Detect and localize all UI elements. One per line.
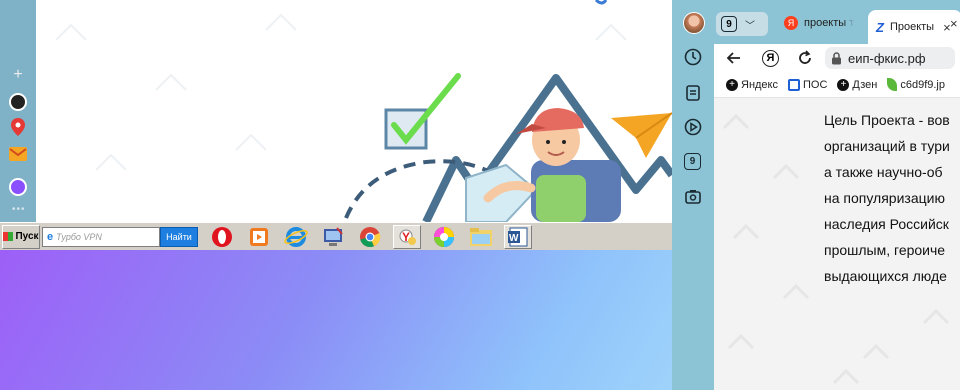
color-wheel-icon[interactable] bbox=[430, 225, 458, 249]
pc-settings-icon[interactable] bbox=[319, 225, 347, 249]
search-placeholder: Турбо VPN bbox=[56, 231, 102, 242]
media-player-icon[interactable] bbox=[245, 225, 273, 249]
svg-text:W: W bbox=[509, 233, 519, 244]
taskbar: Пуск e Турбо VPN Найти Y W bbox=[0, 222, 672, 250]
alice-icon[interactable] bbox=[9, 178, 27, 196]
address-bar[interactable]: еип-фкис.рф bbox=[825, 47, 955, 69]
bookmark-yandex[interactable]: + Яндекс bbox=[726, 78, 778, 91]
plus-icon: + bbox=[837, 78, 850, 91]
bookmark-label: Яндекс bbox=[741, 78, 778, 91]
search-button[interactable]: Найти bbox=[160, 226, 198, 247]
browser-sidebar: 9 bbox=[672, 0, 714, 390]
desktop-background bbox=[0, 250, 672, 390]
profile-avatar[interactable] bbox=[683, 12, 705, 34]
tab-counter-badge: 9 bbox=[721, 16, 737, 32]
chrome-icon[interactable] bbox=[356, 225, 384, 249]
travel-illustration bbox=[55, 0, 672, 222]
bookmark-dzen[interactable]: + Дзен bbox=[837, 78, 878, 91]
windows-logo-icon bbox=[3, 232, 14, 241]
add-icon[interactable]: + bbox=[9, 66, 27, 84]
map-pin-icon[interactable] bbox=[9, 118, 27, 136]
leaf-icon bbox=[887, 78, 898, 91]
lock-icon bbox=[832, 51, 841, 64]
mail-icon[interactable] bbox=[9, 145, 27, 163]
chevron-down-icon: ﹀ bbox=[745, 20, 755, 32]
bookmark-label: ПОС bbox=[803, 78, 828, 91]
word-icon[interactable]: W bbox=[504, 224, 532, 249]
opera-icon[interactable] bbox=[208, 225, 236, 249]
tab-projects-search[interactable]: Я проекты т bbox=[780, 10, 868, 36]
yandex-favicon-icon: Я bbox=[784, 16, 798, 30]
tab-label: проекты т bbox=[804, 17, 855, 29]
search-input[interactable]: e Турбо VPN bbox=[42, 226, 160, 247]
screenshot-icon[interactable] bbox=[684, 188, 702, 206]
plus-icon: + bbox=[726, 78, 738, 91]
bookmark-pos[interactable]: ПОС bbox=[788, 78, 828, 91]
bookmarks-bar: + Яндекс ПОС + Дзен c6d9f9.jp bbox=[714, 72, 960, 98]
internet-explorer-icon[interactable] bbox=[282, 225, 310, 249]
content-text-line: на популяризацию bbox=[824, 190, 945, 206]
yandex-browser-icon[interactable]: Y bbox=[393, 224, 421, 249]
page-content: Цель Проекта - вов организаций в тури а … bbox=[714, 98, 960, 390]
start-button[interactable]: Пуск bbox=[2, 224, 40, 249]
start-label: Пуск bbox=[15, 231, 39, 242]
content-text-line: а также научно-об bbox=[824, 164, 943, 180]
content-text-line: выдающихся люде bbox=[824, 268, 947, 284]
history-icon[interactable] bbox=[684, 48, 702, 66]
content-text-line: организаций в тури bbox=[824, 138, 950, 154]
browser-toolbar: Я еип-фкис.рф bbox=[714, 44, 960, 72]
alice-voice-icon[interactable] bbox=[9, 93, 27, 111]
tab-close-icon[interactable]: × bbox=[950, 16, 958, 31]
tab-next[interactable]: × bbox=[950, 10, 960, 36]
tab-counter-icon[interactable]: 9 bbox=[684, 153, 701, 170]
folder-icon[interactable] bbox=[467, 225, 495, 249]
content-text-line: наследия Российск bbox=[824, 216, 949, 232]
gosuslugi-icon bbox=[788, 78, 800, 91]
tab-bar: 9 ﹀ Я проекты т Z Проекты × × bbox=[714, 0, 960, 44]
left-browser-sidebar: + ••• bbox=[0, 0, 36, 222]
bookmark-label: Дзен bbox=[852, 78, 878, 91]
content-text-line: прошлым, героиче bbox=[824, 242, 946, 258]
bookmark-label: c6d9f9.jp bbox=[900, 78, 945, 91]
ie-search-icon: e bbox=[47, 230, 54, 243]
back-arrow-icon[interactable] bbox=[726, 50, 742, 66]
play-icon[interactable] bbox=[684, 118, 702, 136]
bookmark-image[interactable]: c6d9f9.jp bbox=[887, 78, 945, 91]
collections-icon[interactable] bbox=[684, 84, 702, 102]
address-text: еип-фкис.рф bbox=[848, 50, 926, 66]
tab-label: Проекты bbox=[889, 21, 935, 33]
yandex-logo-icon[interactable]: Я bbox=[762, 49, 779, 67]
tab-projects-active[interactable]: Z Проекты × bbox=[868, 10, 960, 44]
more-icon[interactable]: ••• bbox=[12, 204, 26, 215]
web-page-illustration bbox=[36, 0, 672, 222]
tab-counter-button[interactable]: 9 ﹀ bbox=[716, 12, 768, 36]
content-text-line: Цель Проекта - вов bbox=[824, 112, 950, 128]
site-favicon-icon: Z bbox=[876, 19, 884, 35]
reload-icon[interactable] bbox=[797, 50, 813, 66]
